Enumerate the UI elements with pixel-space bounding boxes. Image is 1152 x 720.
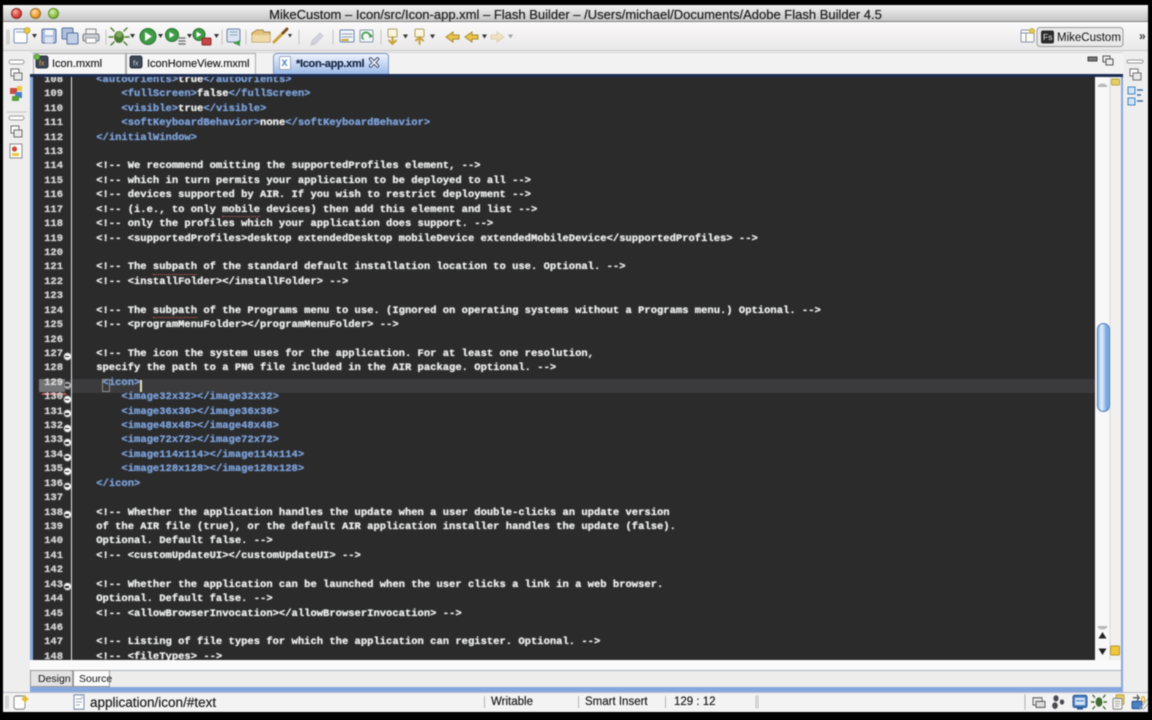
svg-text:MikeCustom: MikeCustom xyxy=(1057,32,1121,44)
svg-text:»: » xyxy=(1139,29,1146,43)
svg-text:Fs: Fs xyxy=(1043,32,1052,42)
